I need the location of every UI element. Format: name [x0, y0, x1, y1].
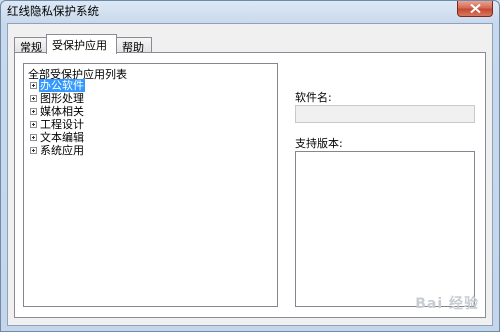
tree-item-label[interactable]: 系统应用 — [39, 144, 85, 157]
expand-plus-icon[interactable] — [30, 107, 37, 115]
tree-item-label[interactable]: 办公软件 — [39, 79, 85, 92]
tree-item-office[interactable]: 办公软件 — [30, 79, 85, 92]
software-name-label: 软件名: — [295, 91, 332, 104]
expand-plus-icon[interactable] — [30, 146, 37, 154]
window-title: 红线隐私保护系统 — [7, 4, 99, 18]
tree-item-system[interactable]: 系统应用 — [30, 144, 85, 157]
expand-plus-icon[interactable] — [30, 133, 37, 141]
app-tree-view[interactable]: 全部受保护应用列表 办公软件 图形处理 媒体相关 工程设计 文本编辑 系统应用 — [23, 63, 278, 307]
tree-item-graphics[interactable]: 图形处理 — [30, 92, 85, 105]
tree-list: 办公软件 图形处理 媒体相关 工程设计 文本编辑 系统应用 — [30, 79, 85, 157]
title-bar[interactable]: 红线隐私保护系统 — [1, 1, 499, 21]
tree-item-text-editing[interactable]: 文本编辑 — [30, 131, 85, 144]
watermark: Bai 经验 — [415, 296, 479, 312]
expand-plus-icon[interactable] — [30, 120, 37, 128]
tree-item-label[interactable]: 图形处理 — [39, 92, 85, 105]
supported-version-label: 支持版本: — [295, 137, 343, 150]
tab-general[interactable]: 常规 — [14, 37, 47, 54]
tab-help[interactable]: 帮助 — [116, 37, 152, 54]
tree-item-label[interactable]: 工程设计 — [39, 118, 85, 131]
software-name-field[interactable] — [295, 105, 475, 123]
app-window: 红线隐私保护系统 常规 受保护应用 帮助 全部受保护应用列表 办公软件 图形处理… — [0, 0, 500, 332]
tab-panel-protected-apps: 全部受保护应用列表 办公软件 图形处理 媒体相关 工程设计 文本编辑 系统应用 … — [14, 52, 486, 318]
expand-plus-icon[interactable] — [30, 81, 37, 89]
supported-version-list[interactable] — [295, 151, 475, 307]
expand-plus-icon[interactable] — [30, 94, 37, 102]
tree-item-media[interactable]: 媒体相关 — [30, 105, 85, 118]
tree-item-label[interactable]: 文本编辑 — [39, 131, 85, 144]
close-button[interactable] — [457, 1, 493, 17]
tree-item-engineering[interactable]: 工程设计 — [30, 118, 85, 131]
dialog-client-area: 常规 受保护应用 帮助 全部受保护应用列表 办公软件 图形处理 媒体相关 工程设… — [7, 23, 493, 326]
tab-protected-apps[interactable]: 受保护应用 — [46, 34, 117, 54]
close-icon — [470, 4, 481, 13]
tree-item-label[interactable]: 媒体相关 — [39, 105, 85, 118]
